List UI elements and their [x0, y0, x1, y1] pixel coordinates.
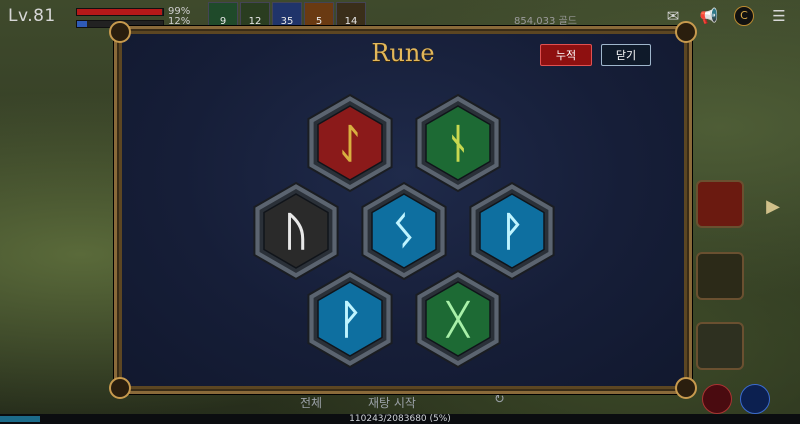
rune-dark-glyph: ᚢ: [284, 209, 308, 255]
slot-5[interactable]: 14: [336, 2, 366, 28]
hp-bar-fill: [77, 9, 163, 15]
corner-ornament: [675, 377, 697, 399]
rune-blue-center-slot[interactable]: ᛊ: [359, 181, 449, 281]
mp-bar-fill: [77, 21, 88, 27]
rune-green-bottom-glyph: ᚷ: [445, 297, 471, 343]
rune-panel: Rune 누적 닫기 ᛇ ᚾ ᚢ ᛊ ᚹ ᚹ ᚷ: [109, 21, 697, 399]
rune-green-top-slot[interactable]: ᚾ: [413, 93, 503, 193]
hp-bar: [76, 8, 164, 16]
rune-blue-right-slot[interactable]: ᚹ: [467, 181, 557, 281]
level-label: Lv.81: [8, 6, 56, 26]
rune-dark-slot[interactable]: ᚢ: [251, 181, 341, 281]
slot-3[interactable]: 35: [272, 2, 302, 28]
rune-blue-bottom-glyph: ᚹ: [338, 297, 362, 343]
side-skill-button[interactable]: [696, 252, 744, 300]
restart-label[interactable]: 재탕 시작: [368, 394, 416, 411]
accumulate-button[interactable]: 누적: [540, 44, 592, 66]
red-potion-icon[interactable]: [702, 384, 732, 414]
slot-4[interactable]: 5: [304, 2, 334, 28]
blue-potion-icon[interactable]: [740, 384, 770, 414]
expand-arrow-icon[interactable]: ▶: [766, 196, 780, 217]
rune-blue-bottom-slot[interactable]: ᚹ: [305, 269, 395, 369]
buff-slots: 9 12 35 5 14: [208, 2, 368, 28]
exp-bar: 110243/2083680 (5%): [0, 414, 800, 424]
side-book-button[interactable]: [696, 180, 744, 228]
corner-ornament: [109, 377, 131, 399]
currency-icon[interactable]: C: [734, 6, 754, 26]
slot-2[interactable]: 12: [240, 2, 270, 28]
megaphone-icon[interactable]: 📢: [698, 6, 720, 26]
slot-1[interactable]: 9: [208, 2, 238, 28]
menu-icon[interactable]: ☰: [768, 6, 790, 26]
rune-green-bottom-slot[interactable]: ᚷ: [413, 269, 503, 369]
rune-red-glyph: ᛇ: [338, 121, 362, 167]
gold-amount: 854,033 골드: [514, 16, 577, 27]
exp-text: 110243/2083680 (5%): [349, 414, 451, 424]
all-label[interactable]: 전체: [300, 394, 322, 411]
close-button[interactable]: 닫기: [601, 44, 651, 66]
side-play-button[interactable]: [696, 322, 744, 370]
refresh-icon[interactable]: ↻: [494, 392, 505, 407]
rune-green-top-glyph: ᚾ: [446, 121, 470, 167]
rune-blue-right-glyph: ᚹ: [500, 209, 524, 255]
rune-blue-center-glyph: ᛊ: [392, 209, 416, 255]
rune-red-slot[interactable]: ᛇ: [305, 93, 395, 193]
